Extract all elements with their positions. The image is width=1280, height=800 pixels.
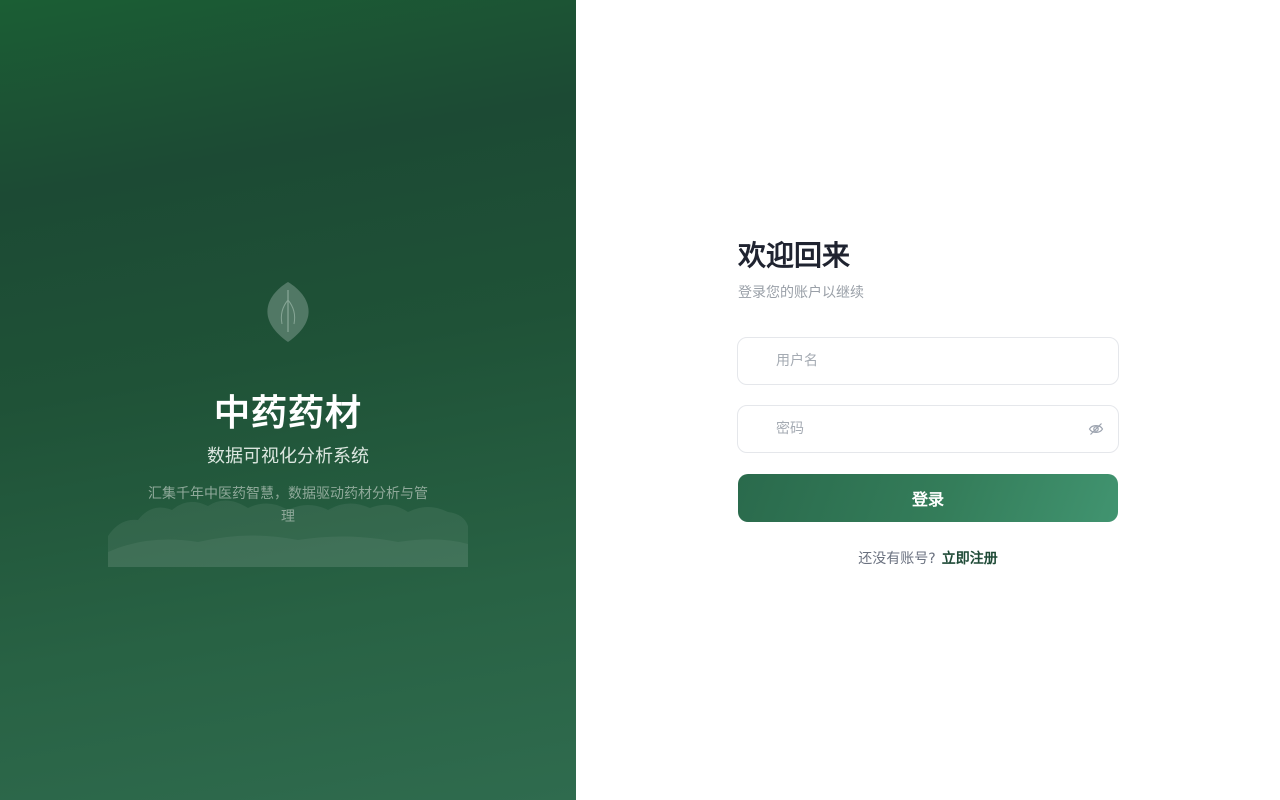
password-input[interactable] <box>776 406 1086 452</box>
eye-off-icon[interactable] <box>1088 421 1104 437</box>
welcome-subtitle: 登录您的账户以继续 <box>738 285 864 301</box>
username-input[interactable] <box>776 338 1086 384</box>
brand-panel: 中药药材 数据可视化分析系统 汇集千年中医药智慧，数据驱动药材分析与管理 <box>0 0 576 800</box>
login-button[interactable]: 登录 <box>738 474 1118 522</box>
brand-title: 中药药材 <box>213 392 362 434</box>
brand-subtitle: 数据可视化分析系统 <box>207 446 369 467</box>
username-field[interactable] <box>737 337 1119 385</box>
signup-prompt: 还没有账号? <box>858 551 936 567</box>
login-form: 欢迎回来 登录您的账户以继续 登录 还没有账号? 立即注册 <box>737 236 1119 567</box>
leaf-icon <box>267 282 309 342</box>
signup-link[interactable]: 立即注册 <box>942 551 998 567</box>
brand-description: 汇集千年中医药智慧，数据驱动药材分析与管理 <box>148 486 428 525</box>
welcome-title: 欢迎回来 <box>738 239 851 272</box>
password-field[interactable] <box>737 405 1119 453</box>
signup-row: 还没有账号? 立即注册 <box>738 548 1118 568</box>
